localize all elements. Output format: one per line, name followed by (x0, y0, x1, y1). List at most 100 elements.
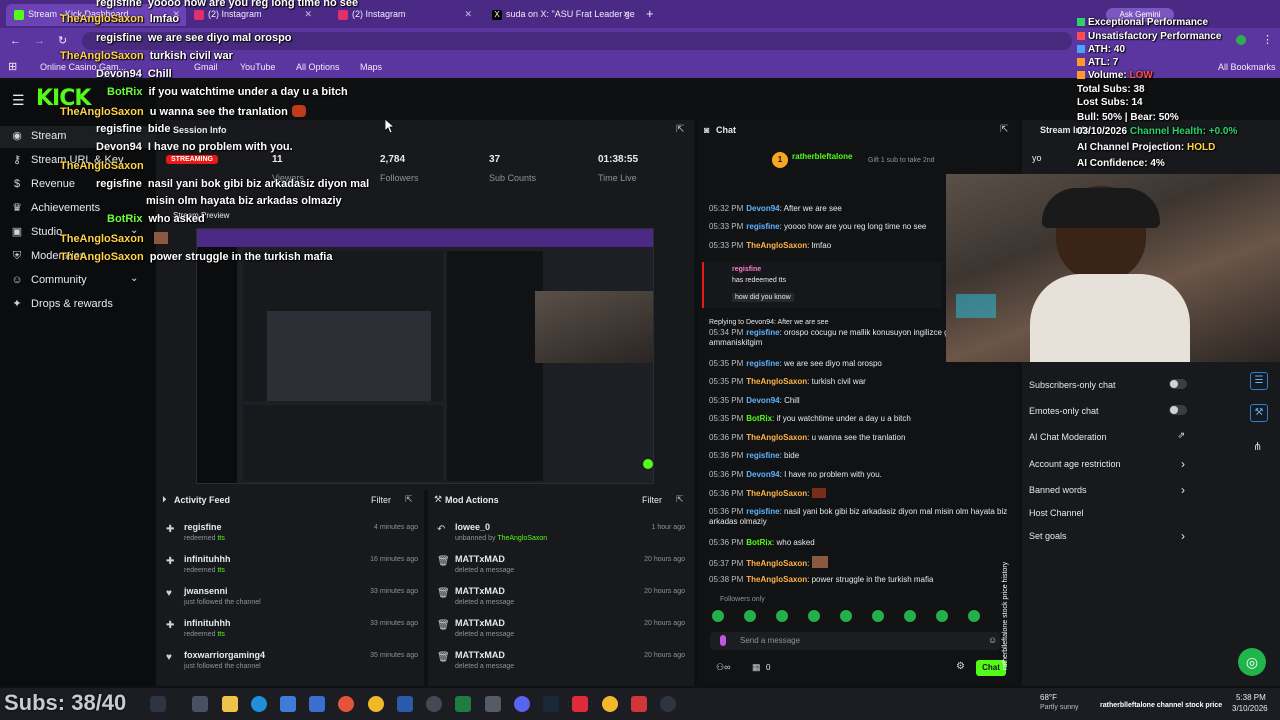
emote-icon[interactable] (936, 610, 948, 622)
bookmark-gmail[interactable]: Gmail (194, 62, 218, 72)
pinned-gifter-name[interactable]: ratherbleftalone (792, 152, 852, 161)
bookmark-youtube[interactable]: YouTube (240, 62, 275, 72)
chat-settings-gear-icon[interactable]: ⚙ (956, 661, 965, 672)
emotes-only-toggle[interactable] (1169, 405, 1187, 415)
chrome-icon[interactable] (602, 696, 618, 712)
clock-time[interactable]: 5:38 PM (1236, 693, 1266, 702)
weather-desc[interactable]: Partly sunny (1040, 704, 1079, 711)
chat-gift-icon[interactable]: ▦ (752, 662, 761, 673)
close-tab-icon[interactable]: ✕ (622, 9, 630, 20)
mod-target-user[interactable]: MATTxMAD (455, 650, 505, 660)
chat-user[interactable]: regisfine (746, 222, 779, 231)
all-bookmarks-link[interactable]: All Bookmarks (1218, 62, 1276, 72)
setting-banned-words[interactable]: Banned words › (1029, 483, 1239, 497)
popout-icon[interactable]: ⇱ (1000, 124, 1008, 135)
emote-icon[interactable] (744, 610, 756, 622)
activity-filter-button[interactable]: Filter (371, 495, 391, 505)
menu-kebab-icon[interactable]: ⋮ (1262, 33, 1273, 46)
reload-icon[interactable]: ↻ (58, 34, 67, 47)
setting-host-channel[interactable]: Host Channel (1029, 508, 1239, 518)
music-icon[interactable] (572, 696, 588, 712)
chat-user[interactable]: regisfine (746, 507, 779, 516)
setting-emotes-only[interactable]: Emotes-only chat (1029, 405, 1239, 416)
chat-user[interactable]: TheAngloSaxon (746, 559, 807, 568)
support-chat-icon[interactable]: ◎ (1238, 648, 1266, 676)
setting-account-age[interactable]: Account age restriction › (1029, 457, 1239, 471)
bookmark-maps[interactable]: Maps (360, 62, 382, 72)
subscribers-only-toggle[interactable] (1169, 379, 1187, 389)
activity-user[interactable]: infinituhhh (184, 554, 230, 564)
emoji-picker-icon[interactable]: ☺ (988, 635, 997, 645)
share-icon[interactable]: ⋔ (1253, 440, 1262, 453)
emote-icon[interactable] (872, 610, 884, 622)
chat-user[interactable]: regisfine (746, 328, 779, 337)
media-icon[interactable] (660, 696, 676, 712)
chat-user[interactable]: BotRix (746, 538, 772, 547)
mod-filter-button[interactable]: Filter (642, 495, 662, 505)
chat-user[interactable]: TheAngloSaxon (746, 433, 807, 442)
task-view-icon[interactable] (192, 696, 208, 712)
chat-user[interactable]: Devon94 (746, 204, 779, 213)
sidebar-item-community[interactable]: ☺ Community ⌄ (0, 270, 156, 292)
chat-user[interactable]: TheAngloSaxon (746, 241, 807, 250)
word-icon[interactable] (397, 696, 413, 712)
stream-preview-video[interactable] (196, 228, 654, 484)
file-explorer-icon[interactable] (222, 696, 238, 712)
sidebar-item-drops-rewards[interactable]: ✦ Drops & rewards (0, 294, 156, 316)
close-tab-icon[interactable]: ✕ (304, 9, 312, 20)
activity-user[interactable]: jwansenni (184, 586, 228, 596)
wrench-icon[interactable]: ⚒ (1250, 404, 1268, 422)
activity-user[interactable]: foxwarriorgaming4 (184, 650, 265, 660)
chat-user[interactable]: regisfine (746, 359, 779, 368)
chrome-icon[interactable] (368, 696, 384, 712)
store-icon[interactable] (280, 696, 296, 712)
edge-icon[interactable] (251, 696, 267, 712)
chat-user[interactable]: BotRix (746, 414, 772, 423)
chat-user[interactable]: Devon94 (746, 470, 779, 479)
tab-x-post[interactable]: Xsuda on X: "ASU Frat Leader ge ✕ (484, 4, 636, 26)
app-icon[interactable] (309, 696, 325, 712)
emote-icon[interactable] (808, 610, 820, 622)
close-tab-icon[interactable]: ✕ (464, 9, 472, 20)
activity-user[interactable]: regisfine (184, 522, 222, 532)
emote-icon[interactable] (904, 610, 916, 622)
steam-icon[interactable] (543, 696, 559, 712)
forward-icon[interactable]: → (34, 35, 45, 47)
chat-users-icon[interactable]: ⚇∞ (716, 662, 730, 673)
mod-target-user[interactable]: MATTxMAD (455, 618, 505, 628)
mod-target-user[interactable]: MATTxMAD (455, 554, 505, 564)
discord-icon[interactable] (514, 696, 530, 712)
apps-grid-icon[interactable]: ⊞ (8, 60, 17, 73)
popout-icon[interactable]: ⇱ (405, 494, 413, 505)
popout-icon[interactable]: ⇱ (676, 124, 684, 135)
clock-date[interactable]: 3/10/2026 (1232, 704, 1268, 713)
app-icon[interactable] (631, 696, 647, 712)
layout-icon[interactable]: ☰ (1250, 372, 1268, 390)
obs-icon[interactable] (426, 696, 442, 712)
weather-temp[interactable]: 68°F (1040, 693, 1057, 702)
app-icon[interactable] (338, 696, 354, 712)
app-icon[interactable] (485, 696, 501, 712)
emote-icon[interactable] (840, 610, 852, 622)
chat-user[interactable]: TheAngloSaxon (746, 377, 807, 386)
emote-icon[interactable] (776, 610, 788, 622)
activity-user[interactable]: infinituhhh (184, 618, 230, 628)
bookmark-all-options[interactable]: All Options (296, 62, 340, 72)
setting-set-goals[interactable]: Set goals › (1029, 529, 1239, 543)
mod-target-user[interactable]: lowee_0 (455, 522, 490, 532)
popout-icon[interactable]: ⇱ (676, 494, 684, 505)
send-message-input[interactable]: Send a message ☺ (710, 632, 1000, 650)
profile-avatar[interactable] (1236, 35, 1246, 45)
setting-subscribers-only[interactable]: Subscribers-only chat (1029, 379, 1239, 390)
mod-target-user[interactable]: MATTxMAD (455, 586, 505, 596)
redeem-user[interactable]: regisfine (732, 266, 761, 273)
chat-user[interactable]: TheAngloSaxon (746, 489, 807, 498)
setting-ai-chat-moderation[interactable]: AI Chat Moderation ⇗ (1029, 430, 1239, 442)
hamburger-menu-icon[interactable]: ☰ (12, 92, 25, 109)
search-box-icon[interactable] (150, 696, 166, 712)
chat-user[interactable]: regisfine (746, 451, 779, 460)
back-icon[interactable]: ← (10, 35, 21, 47)
xbox-icon[interactable] (455, 696, 471, 712)
emote-icon[interactable] (712, 610, 724, 622)
chat-user[interactable]: TheAngloSaxon (746, 575, 807, 584)
